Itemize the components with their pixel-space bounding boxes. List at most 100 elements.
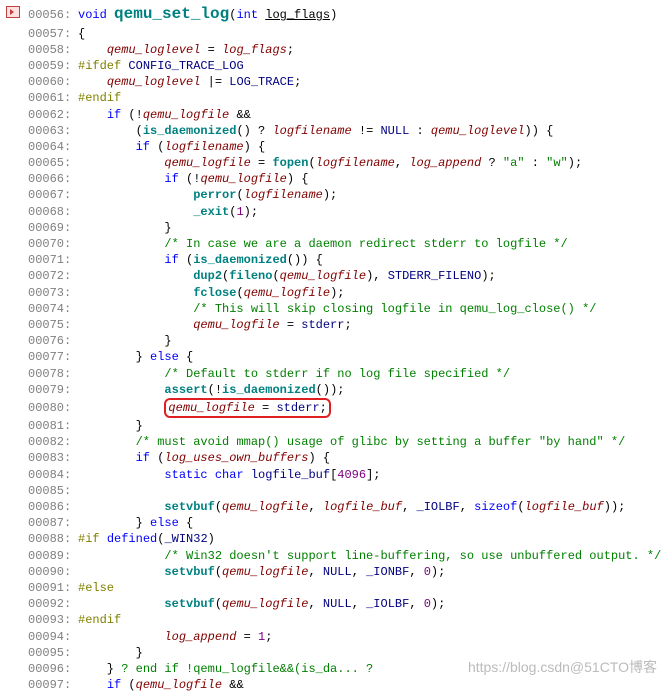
token-var: qemu_logfile (222, 565, 308, 579)
line-number: 00093: (28, 612, 78, 628)
token-op (78, 172, 164, 186)
token-op (78, 156, 164, 170)
line-number: 00063: (28, 123, 78, 139)
line-number: 00058: (28, 42, 78, 58)
token-op (78, 108, 107, 122)
code-line: 00089: /* Win32 doesn't support line-buf… (0, 548, 665, 564)
token-op (78, 269, 193, 283)
token-kw: if (136, 451, 150, 465)
token-op: )) { (525, 124, 554, 138)
line-number: 00096: (28, 661, 78, 677)
gutter-marker-icon (6, 6, 20, 18)
token-var: qemu_logfile (222, 500, 308, 514)
token-num: 0 (424, 597, 431, 611)
token-op: , (395, 156, 409, 170)
code-line: 00092: setvbuf(qemu_logfile, NULL, _IOLB… (0, 596, 665, 612)
line-number: 00086: (28, 499, 78, 515)
token-op: ( (150, 451, 164, 465)
token-cm: /* must avoid mmap() usage of glibc by s… (136, 435, 626, 449)
code-line: 00093: #endif (0, 612, 665, 628)
token-var: log_uses_own_buffers (164, 451, 308, 465)
token-op: ( (215, 565, 222, 579)
token-op: ( (215, 500, 222, 514)
line-number: 00095: (28, 645, 78, 661)
token-op (78, 237, 164, 251)
token-str: "w" (546, 156, 568, 170)
token-fn: dup2 (193, 269, 222, 283)
code-line: 00088: #if defined(_WIN32) (0, 531, 665, 547)
line-number: 00091: (28, 580, 78, 596)
token-pp: #ifdef (78, 59, 128, 73)
token-op: ); (330, 286, 344, 300)
token-var: logfilename (316, 156, 395, 170)
token-op: { (78, 27, 85, 41)
code-line: 00094: log_append = 1; (0, 629, 665, 645)
token-op (78, 318, 193, 332)
token-str: "a" (503, 156, 525, 170)
token-var: qemu_logfile (168, 401, 254, 415)
code-line: 00086: setvbuf(qemu_logfile, logfile_buf… (0, 499, 665, 515)
token-op (78, 75, 107, 89)
token-op: = (200, 43, 222, 57)
code-line: 00068: _exit(1); (0, 204, 665, 220)
line-number: 00057: (28, 26, 78, 42)
line-number: 00082: (28, 434, 78, 450)
line-number: 00066: (28, 171, 78, 187)
code-line: 00073: fclose(qemu_logfile); (0, 285, 665, 301)
watermark-text: https://blog.csdn@51CTO博客 (468, 658, 657, 677)
line-number: 00074: (28, 301, 78, 317)
token-op: ( (179, 253, 193, 267)
token-var: qemu_logfile (222, 597, 308, 611)
token-kw: defined (107, 532, 157, 546)
token-op (78, 549, 164, 563)
token-op: { (179, 516, 193, 530)
token-op: () ? (236, 124, 272, 138)
token-op: ); (431, 597, 445, 611)
token-fn: fclose (193, 286, 236, 300)
token-num: 0 (424, 565, 431, 579)
token-op: )); (604, 500, 626, 514)
line-number: 00065: (28, 155, 78, 171)
token-id: _WIN32 (164, 532, 207, 546)
token-op: , (352, 597, 366, 611)
token-op (78, 565, 164, 579)
token-op: = (280, 318, 302, 332)
code-line: 00061: #endif (0, 90, 665, 106)
line-number: 00071: (28, 252, 78, 268)
code-line: 00065: qemu_logfile = fopen(logfilename,… (0, 155, 665, 171)
token-fn: fileno (229, 269, 272, 283)
token-op: ) (330, 8, 337, 22)
token-op: , (308, 500, 322, 514)
line-number: 00084: (28, 467, 78, 483)
token-op: : (525, 156, 547, 170)
line-number: 00080: (28, 400, 78, 416)
token-fn: setvbuf (164, 597, 214, 611)
token-op: != (352, 124, 381, 138)
token-op: , (460, 500, 474, 514)
token-id: stderr (276, 401, 319, 415)
token-kw: static (164, 468, 207, 482)
token-op (78, 302, 193, 316)
token-op: ); (244, 205, 258, 219)
token-op: ()); (316, 383, 345, 397)
token-param: log_flags (265, 8, 330, 22)
token-kw: else (150, 350, 179, 364)
token-op (78, 253, 164, 267)
line-number: 00061: (28, 90, 78, 106)
token-kw: if (107, 108, 121, 122)
token-pp: #endif (78, 91, 121, 105)
token-op: ( (517, 500, 524, 514)
token-var: qemu_logfile (280, 269, 366, 283)
token-op: (! (121, 108, 143, 122)
token-kw: if (136, 140, 150, 154)
token-op: ? (481, 156, 503, 170)
token-op: , (409, 565, 423, 579)
token-var: qemu_logfile (143, 108, 229, 122)
token-pp: #endif (78, 613, 121, 627)
token-op: ); (568, 156, 582, 170)
code-line: 00075: qemu_logfile = stderr; (0, 317, 665, 333)
token-var: logfile_buf (323, 500, 402, 514)
token-cm: /* Default to stderr if no log file spec… (164, 367, 510, 381)
token-kw: sizeof (474, 500, 517, 514)
token-var: log_flags (222, 43, 287, 57)
